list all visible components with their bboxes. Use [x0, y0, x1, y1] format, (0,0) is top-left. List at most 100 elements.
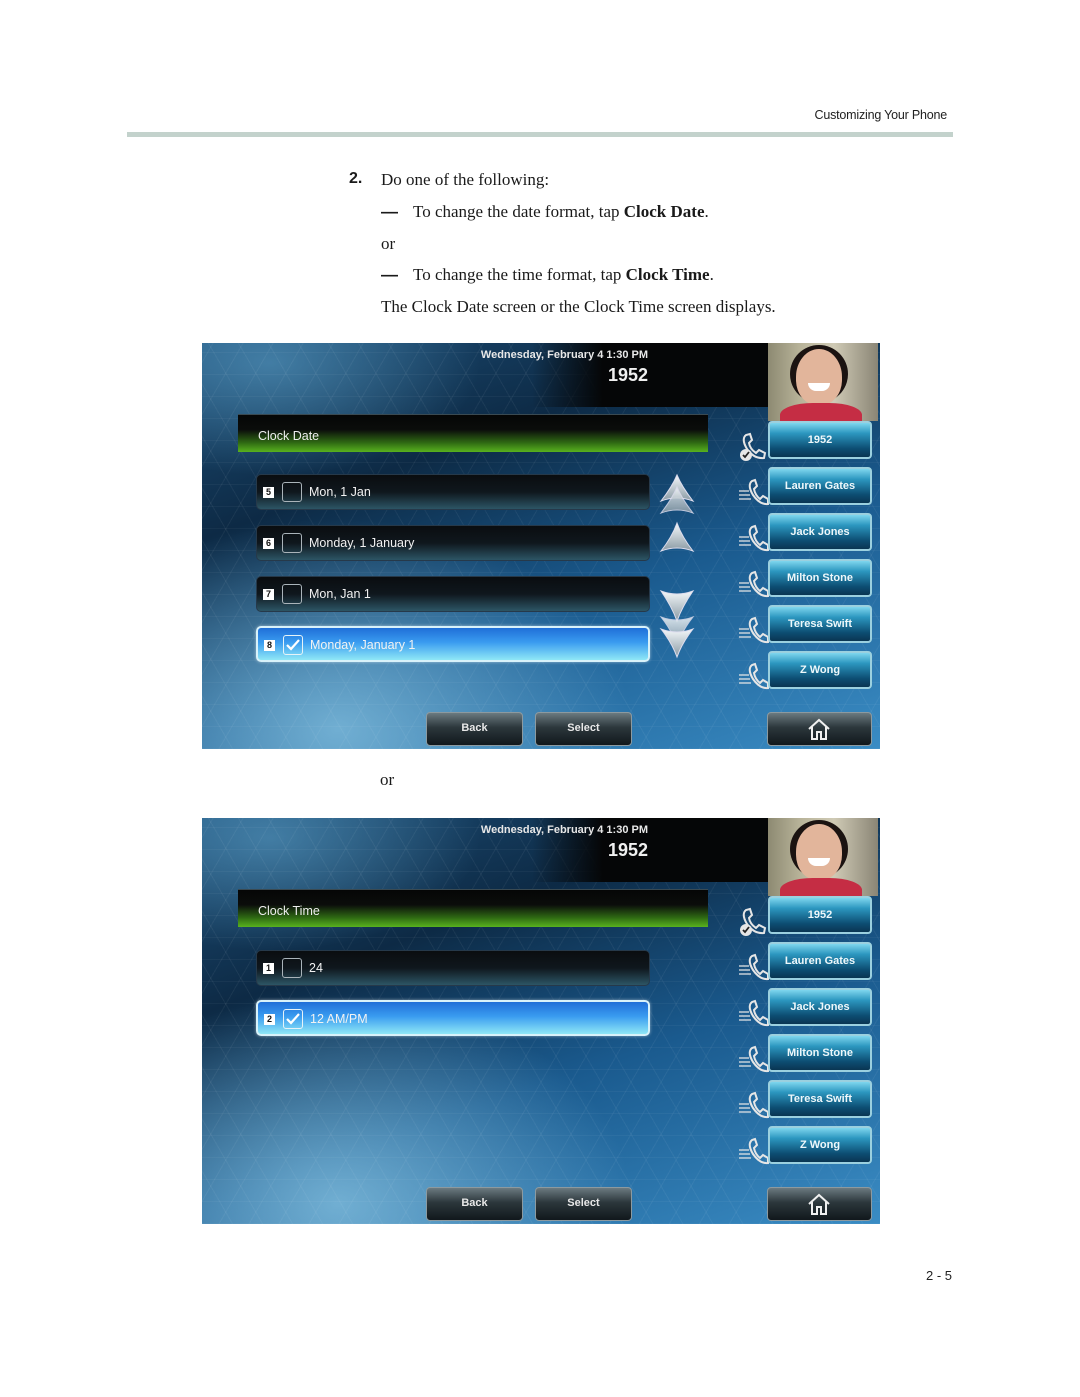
option-label: Monday, January 1: [310, 638, 416, 652]
screen-title: Clock Date: [258, 429, 320, 443]
line-key-teresa-swift[interactable]: Teresa Swift: [768, 1080, 872, 1118]
bullet-suffix: .: [709, 265, 714, 284]
line-key-1952[interactable]: 1952: [768, 421, 872, 459]
line-label: Lauren Gates: [784, 480, 856, 492]
select-label: Select: [567, 722, 600, 734]
screen-title: Clock Time: [258, 904, 320, 918]
result-text: The Clock Date screen or the Clock Time …: [381, 297, 776, 316]
speed-dial-icon: [739, 662, 769, 690]
checkmark-icon: [286, 1013, 300, 1025]
scroll-up-icon[interactable]: [658, 519, 696, 563]
contact-photo: [768, 343, 878, 421]
select-button[interactable]: Select: [535, 712, 632, 746]
option-number: 5: [263, 487, 274, 498]
bullet-text: To change the time format, tap: [413, 265, 626, 284]
back-label: Back: [461, 1197, 488, 1209]
bullet-suffix: .: [704, 202, 709, 221]
option-number: 2: [264, 1014, 275, 1025]
line-key-teresa-swift[interactable]: Teresa Swift: [768, 605, 872, 643]
checkbox-checked[interactable]: [283, 635, 303, 655]
option-row-selected[interactable]: 8 Monday, January 1: [256, 626, 650, 662]
page-up-icon[interactable]: [658, 473, 696, 517]
line-label: Milton Stone: [787, 572, 853, 584]
bullet-text: To change the date format, tap: [413, 202, 624, 221]
date-time: Wednesday, February 4 1:30 PM: [480, 824, 648, 836]
select-button[interactable]: Select: [535, 1187, 632, 1221]
date-time: Wednesday, February 4 1:30 PM: [480, 349, 648, 361]
option-label: Mon, Jan 1: [309, 587, 371, 601]
checkbox[interactable]: [282, 533, 302, 553]
line-label: 1952: [807, 909, 833, 921]
header-rule: [127, 132, 953, 137]
option-row[interactable]: 7 Mon, Jan 1: [256, 576, 650, 612]
bullet-bold: Clock Time: [625, 265, 710, 284]
page-down-icon[interactable]: [658, 615, 696, 659]
step-text: Do one of the following:: [381, 170, 550, 189]
registered-line-icon: [740, 432, 767, 461]
checkbox[interactable]: [282, 958, 302, 978]
extension-number: 1952: [607, 365, 648, 385]
line-key-1952[interactable]: 1952: [768, 896, 872, 934]
option-number: 1: [263, 963, 274, 974]
line-key-milton-stone[interactable]: Milton Stone: [768, 1034, 872, 1072]
checkbox[interactable]: [282, 482, 302, 502]
line-key-lauren-gates[interactable]: Lauren Gates: [768, 467, 872, 505]
line-label: Milton Stone: [787, 1047, 853, 1059]
option-row[interactable]: 1 24: [256, 950, 650, 986]
screen-title-bar: Clock Time: [238, 889, 708, 927]
line-label: Lauren Gates: [784, 955, 856, 967]
checkmark-icon: [286, 639, 300, 651]
line-key-jack-jones[interactable]: Jack Jones: [768, 513, 872, 551]
screen-title-bar: Clock Date: [238, 414, 708, 452]
line-key-z-wong[interactable]: Z Wong: [768, 651, 872, 689]
running-head: Customizing Your Phone: [814, 108, 948, 122]
option-row-selected[interactable]: 2 12 AM/PM: [256, 1000, 650, 1036]
back-button[interactable]: Back: [426, 1187, 523, 1221]
line-key-lauren-gates[interactable]: Lauren Gates: [768, 942, 872, 980]
option-row[interactable]: 6 Monday, 1 January: [256, 525, 650, 561]
speed-dial-icon: [739, 478, 769, 506]
line-label: 1952: [807, 434, 833, 446]
step-number: 2.: [349, 170, 363, 187]
checkbox-checked[interactable]: [283, 1009, 303, 1029]
option-row[interactable]: 5 Mon, 1 Jan: [256, 474, 650, 510]
bullet-bold: Clock Date: [623, 202, 705, 221]
line-label: Z Wong: [799, 664, 841, 676]
option-number: 8: [264, 640, 275, 651]
line-key-jack-jones[interactable]: Jack Jones: [768, 988, 872, 1026]
extension-number: 1952: [607, 840, 648, 860]
line-label: Teresa Swift: [788, 618, 852, 630]
clock-date-screen: Wednesday, February 4 1:30 PM 1952 Clock…: [202, 343, 880, 749]
option-label: 24: [309, 961, 323, 975]
home-button[interactable]: [767, 712, 872, 746]
registered-line-icon: [740, 907, 767, 936]
option-label: 12 AM/PM: [310, 1012, 368, 1026]
line-key-z-wong[interactable]: Z Wong: [768, 1126, 872, 1164]
clock-time-screen: Wednesday, February 4 1:30 PM 1952 Clock…: [202, 818, 880, 1224]
bullet-dash: —: [381, 202, 398, 221]
option-label: Mon, 1 Jan: [309, 485, 371, 499]
speed-dial-icon: [739, 524, 769, 552]
select-label: Select: [567, 1197, 600, 1209]
line-key-milton-stone[interactable]: Milton Stone: [768, 559, 872, 597]
speed-dial-icon: [739, 999, 769, 1027]
speed-dial-icon: [739, 616, 769, 644]
page-number: 2 - 5: [925, 1268, 952, 1283]
contact-photo: [768, 818, 878, 896]
option-label: Monday, 1 January: [309, 536, 415, 550]
or-text: or: [381, 234, 396, 253]
home-button[interactable]: [767, 1187, 872, 1221]
checkbox[interactable]: [282, 584, 302, 604]
speed-dial-icon: [739, 570, 769, 598]
line-label: Teresa Swift: [788, 1093, 852, 1105]
home-icon: [808, 1193, 830, 1215]
speed-dial-icon: [739, 953, 769, 981]
status-bar: Wednesday, February 4 1:30 PM 1952: [481, 818, 768, 882]
option-number: 6: [263, 538, 274, 549]
home-icon: [808, 718, 830, 740]
back-button[interactable]: Back: [426, 712, 523, 746]
speed-dial-icon: [739, 1137, 769, 1165]
line-label: Jack Jones: [790, 526, 850, 538]
speed-dial-icon: [739, 1091, 769, 1119]
back-label: Back: [461, 722, 488, 734]
